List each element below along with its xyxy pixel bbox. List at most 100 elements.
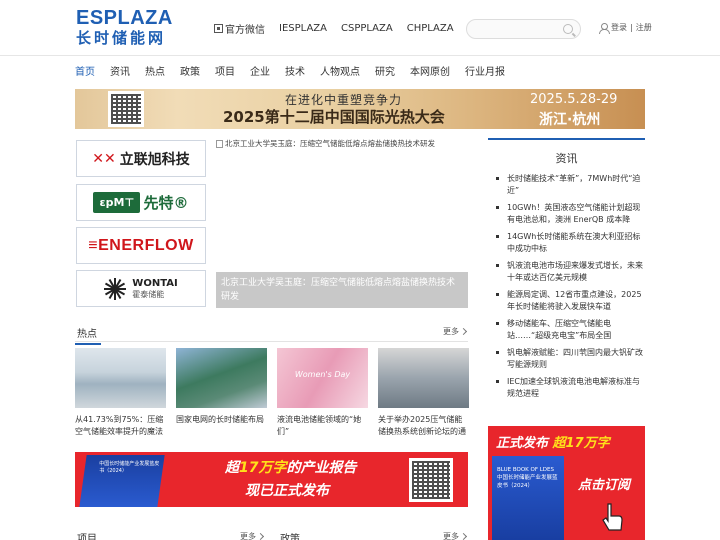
hot-card-image[interactable]: Women's Day (277, 348, 368, 408)
partner-lianxu[interactable]: ✕✕ 立联旭科技 (76, 140, 206, 177)
login-link[interactable]: 登录 (611, 22, 627, 33)
report-headline: 超17万字的产业报告 (225, 457, 356, 477)
partner-cpmt[interactable]: ɛpM⊤ 先特® (76, 184, 206, 221)
nav-companies[interactable]: 企业 (250, 67, 270, 79)
search-box (466, 19, 581, 42)
nav-original[interactable]: 本网原创 (410, 67, 450, 79)
policy-more-link[interactable]: 更多 (443, 531, 468, 540)
iesplaza-link[interactable]: IESPLAZA (279, 23, 327, 34)
chevron-right-icon (459, 532, 468, 540)
projects-more-link[interactable]: 更多 (240, 531, 265, 540)
partner-wontai[interactable]: WONTAI 霍泰储能 (76, 270, 206, 307)
wontai-cn: 霍泰储能 (132, 289, 165, 299)
lianxu-logo-icon: ✕✕ (92, 150, 116, 167)
feature-article[interactable]: 北京工业大学吴玉庭：压缩空气储能低熔点熔盐储换热技术研发 北京工业大学吴玉庭：压… (216, 138, 468, 308)
policy-section-title[interactable]: 政策 (280, 530, 300, 540)
news-panel: 资讯 长时储能技术“革新”，7MWh时代“迫近” 10GWh！英国液态空气储能计… (488, 138, 645, 418)
wontai-logo-icon (104, 277, 127, 300)
hot-card-image[interactable] (378, 348, 469, 408)
wontai-en: WONTAI (132, 277, 178, 289)
chevron-right-icon (256, 532, 265, 540)
hot-section-title[interactable]: 热点 (75, 325, 101, 345)
cpmt-name: 先特® (143, 194, 189, 212)
feature-overlay: 北京工业大学吴玉庭：压缩空气储能低熔点熔盐储换热技术研发 (216, 272, 468, 308)
hot-card-caption[interactable]: 液流电池储能领域的“她们” (277, 414, 368, 438)
side-ad-prefix: 正式发布 (496, 436, 549, 451)
hot-card-caption[interactable]: 国家电网的长时储能布局 (176, 414, 267, 438)
nav-hot[interactable]: 热点 (145, 67, 165, 79)
cpmt-logo-icon: ɛpM⊤ (93, 192, 141, 213)
hot-card[interactable]: Women's Day 液流电池储能领域的“她们” (277, 348, 368, 438)
nav-home[interactable]: 首页 (75, 67, 95, 79)
news-item[interactable]: 钒电解液赋能：四川茕国内最大钒矿改写能源规则 (496, 347, 645, 371)
nav-projects[interactable]: 项目 (215, 67, 235, 79)
hot-card-image[interactable] (75, 348, 166, 408)
wechat-link[interactable]: 官方微信 (214, 21, 265, 36)
hot-section-header: 热点 更多 (75, 322, 468, 345)
wechat-label: 官方微信 (225, 25, 265, 36)
news-item[interactable]: 能源局定调、12省市重点建设，2025年长时储能将驶入发展快车道 (496, 289, 645, 313)
enerflow-name: ≡ENERFLOW (88, 236, 194, 254)
news-item[interactable]: 14GWh长时储能系统在澳大利亚招标中成功中标 (496, 231, 645, 255)
side-ad-book-title: BLUE BOOK OF LDES 中国长时储能产业发展蓝皮书（2024） (497, 467, 558, 489)
cspplaza-link[interactable]: CSPPLAZA (341, 23, 393, 34)
hot-more-link[interactable]: 更多 (443, 326, 468, 337)
nav-news[interactable]: 资讯 (110, 67, 130, 79)
news-item[interactable]: 10GWh！英国液态空气储能计划超现有电池总和，澳洲 EnerQB 成本降 (496, 202, 645, 226)
partner-enerflow[interactable]: ≡ENERFLOW (76, 227, 206, 264)
chevron-right-icon (459, 327, 468, 336)
hot-card-caption[interactable]: 从41.73%到75%：压缩空气储能效率提升的魔法 (75, 414, 166, 438)
feature-alt-text: 北京工业大学吴玉庭：压缩空气储能低熔点熔盐储换热技术研发 (225, 139, 435, 148)
logo-text-en: ESPLAZA (76, 7, 173, 29)
news-panel-title[interactable]: 资讯 (488, 150, 645, 168)
hot-card[interactable]: 从41.73%到75%：压缩空气储能效率提升的魔法 (75, 348, 166, 438)
nav-monthly[interactable]: 行业月报 (465, 67, 505, 79)
qrcode-icon (214, 24, 223, 33)
banner-title: 2025第十二届中国国际光热大会 (223, 108, 445, 126)
nav-research[interactable]: 研究 (375, 67, 395, 79)
banner-place: 浙江·杭州 (539, 112, 601, 128)
hot-card-image[interactable] (176, 348, 267, 408)
login-separator: | (630, 23, 633, 32)
search-input[interactable] (475, 24, 567, 42)
report-headline-prefix: 超 (225, 460, 239, 476)
lianxu-name: 立联旭科技 (119, 151, 190, 168)
side-ad-book-image: BLUE BOOK OF LDES 中国长时储能产业发展蓝皮书（2024） (492, 456, 564, 540)
projects-section-title[interactable]: 项目 (77, 530, 97, 540)
report-banner[interactable]: 中国长时储能产业发展蓝皮书（2024） 超17万字的产业报告 现已正式发布 (75, 452, 468, 507)
search-icon[interactable] (563, 24, 573, 34)
hot-card[interactable]: 国家电网的长时储能布局 (176, 348, 267, 438)
main-nav: 首页 资讯 热点 政策 项目 企业 技术 人物观点 研究 本网原创 行业月报 (75, 67, 520, 79)
subscribe-button[interactable]: 点击订阅 (578, 474, 630, 493)
chplaza-link[interactable]: CHPLAZA (407, 23, 454, 34)
side-ad-highlight: 超17万字 (552, 436, 610, 451)
conference-banner[interactable]: 在进化中重塑竞争力 2025第十二届中国国际光热大会 2025.5.28-29 … (75, 89, 645, 129)
more-label: 更多 (443, 327, 459, 336)
hot-card-image-label: Women's Day (294, 370, 351, 379)
hot-card[interactable]: 关于举办2025压气储能储换热系统创新论坛的通知 (378, 348, 469, 438)
news-item[interactable]: 移动储能车、压缩空气储能电站……“超级充电宝”布局全国 (496, 318, 645, 342)
top-links: 官方微信 IESPLAZA CSPPLAZA CHPLAZA (214, 21, 454, 36)
nav-people[interactable]: 人物观点 (320, 67, 360, 79)
policy-section-header: 政策 更多 (278, 527, 468, 540)
side-report-ad[interactable]: 正式发布 超17万字 BLUE BOOK OF LDES 中国长时储能产业发展蓝… (488, 426, 645, 540)
news-item[interactable]: 长时储能技术“革新”，7MWh时代“迫近” (496, 173, 645, 197)
pointing-hand-icon (602, 503, 623, 531)
site-logo[interactable]: ESPLAZA 长时储能网 (76, 8, 178, 47)
banner-date: 2025.5.28-29 (530, 92, 618, 107)
projects-section-header: 项目 更多 (75, 527, 265, 540)
feature-title[interactable]: 北京工业大学吴玉庭：压缩空气储能低熔点熔盐储换热技术研发 (221, 276, 463, 304)
news-item[interactable]: IEC加速全球钒液流电池电解液标准与规范进程 (496, 376, 645, 400)
hot-card-caption[interactable]: 关于举办2025压气储能储换热系统创新论坛的通知 (378, 414, 469, 438)
report-headline-highlight: 17万字 (239, 460, 287, 476)
nav-policy[interactable]: 政策 (180, 67, 200, 79)
nav-technology[interactable]: 技术 (285, 67, 305, 79)
news-item[interactable]: 钒液流电池市场迎来爆发式增长，未来十年或达百亿美元规模 (496, 260, 645, 284)
report-qrcode (409, 458, 453, 502)
report-headline-suffix: 的产业报告 (286, 460, 357, 476)
login-area: 登录 | 注册 (598, 22, 652, 34)
more-label: 更多 (240, 532, 256, 540)
user-icon (598, 22, 610, 34)
banner-qrcode (108, 91, 144, 127)
register-link[interactable]: 注册 (636, 22, 652, 33)
